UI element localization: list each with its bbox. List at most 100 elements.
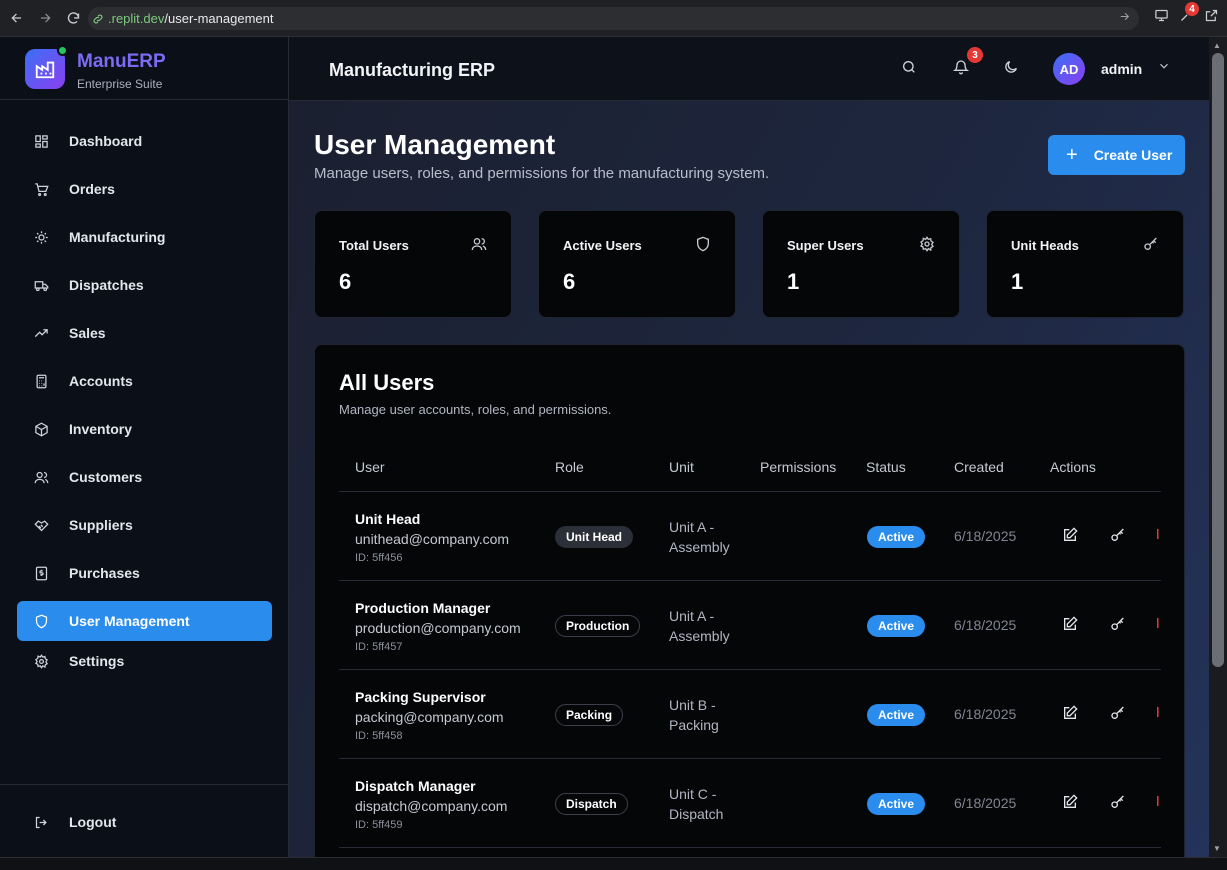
created-date: 6/18/2025: [954, 795, 1017, 811]
key-icon[interactable]: [1110, 616, 1126, 637]
sidebar-item-label: Customers: [69, 469, 143, 485]
user-unit: Unit B - Packing: [669, 697, 719, 733]
go-arrow-icon[interactable]: [1118, 10, 1131, 26]
table-row: Unit Head unithead@company.com ID: 5ff45…: [339, 491, 1161, 580]
column-header-actions: Actions: [1050, 459, 1096, 475]
logout-button[interactable]: Logout: [17, 802, 272, 842]
role-badge: Unit Head: [555, 526, 634, 548]
online-status-dot: [57, 45, 68, 56]
user-name[interactable]: admin: [1101, 61, 1142, 77]
column-header-role: Role: [555, 459, 584, 475]
brand-subtitle: Enterprise Suite: [77, 77, 163, 91]
cog-icon: [33, 229, 49, 245]
sidebar-item-label: User Management: [69, 613, 190, 629]
role-badge: Production: [555, 615, 641, 637]
sidebar-item-dashboard[interactable]: Dashboard: [17, 121, 272, 161]
stat-value: 6: [339, 269, 352, 294]
delete-icon[interactable]: [1156, 616, 1161, 635]
sidebar-nav: Dashboard Orders Manufacturing Dispatche…: [17, 121, 272, 689]
shield-icon: [33, 613, 49, 629]
user-unit: Unit C - Dispatch: [669, 786, 724, 822]
moon-icon[interactable]: [1003, 59, 1019, 80]
sidebar-item-label: Dispatches: [69, 277, 144, 293]
key-icon[interactable]: [1110, 527, 1126, 548]
sidebar-item-customers[interactable]: Customers: [17, 457, 272, 497]
column-header-permissions: Permissions: [760, 459, 837, 475]
sidebar-item-label: Sales: [69, 325, 106, 341]
user-id: ID: 5ff459: [355, 819, 403, 831]
bell-icon[interactable]: [952, 59, 970, 80]
user-email: unithead@company.com: [355, 531, 510, 547]
avatar[interactable]: AD: [1053, 53, 1085, 85]
logout-icon: [33, 814, 49, 830]
delete-icon[interactable]: [1156, 794, 1161, 813]
open-external-icon[interactable]: [1204, 8, 1219, 26]
table-row: Production Manager production@company.co…: [339, 580, 1161, 669]
address-bar[interactable]: .replit.dev/user-management: [88, 7, 1139, 30]
user-id: ID: 5ff456: [355, 552, 403, 564]
key-icon: [1143, 236, 1159, 257]
search-icon[interactable]: [901, 59, 917, 80]
sidebar-item-label: Purchases: [69, 565, 140, 581]
users-icon: [33, 469, 49, 485]
calculator-icon: [33, 373, 49, 389]
dashboard-icon: [33, 133, 49, 149]
sidebar-item-label: Dashboard: [69, 133, 143, 149]
sidebar-item-accounts[interactable]: Accounts: [17, 361, 272, 401]
sidebar-item-purchases[interactable]: Purchases: [17, 553, 272, 593]
sidebar-item-suppliers[interactable]: Suppliers: [17, 505, 272, 545]
sidebar-item-inventory[interactable]: Inventory: [17, 409, 272, 449]
create-user-button[interactable]: + Create User: [1048, 135, 1185, 175]
stat-label: Super Users: [787, 238, 864, 253]
scroll-up-icon[interactable]: ▲: [1213, 41, 1221, 50]
column-header-user: User: [355, 459, 385, 475]
stat-value: 1: [787, 269, 800, 294]
edit-icon[interactable]: [1062, 705, 1078, 726]
scrollbar-thumb[interactable]: [1212, 53, 1224, 667]
reload-icon[interactable]: [62, 7, 84, 29]
edit-icon[interactable]: [1062, 794, 1078, 815]
table-row: Packing Supervisor packing@company.com I…: [339, 669, 1161, 758]
extension-icon[interactable]: 4: [1179, 2, 1199, 26]
user-email: production@company.com: [355, 620, 521, 636]
user-name: Production Manager: [355, 600, 491, 616]
sidebar-item-manufacturing[interactable]: Manufacturing: [17, 217, 272, 257]
header-title: Manufacturing ERP: [329, 60, 496, 80]
delete-icon[interactable]: [1156, 527, 1161, 546]
sidebar-item-label: Settings: [69, 653, 125, 669]
shield-icon: [695, 236, 711, 257]
link-icon: [93, 14, 103, 23]
user-email: packing@company.com: [355, 709, 504, 725]
sidebar-item-user-management[interactable]: User Management: [17, 601, 272, 641]
back-icon[interactable]: [6, 7, 28, 29]
users-table-title: All Users: [339, 370, 435, 395]
cast-icon[interactable]: [1154, 8, 1169, 26]
sidebar-item-orders[interactable]: Orders: [17, 169, 272, 209]
user-unit: Unit A - Assembly: [669, 519, 730, 555]
stat-label: Total Users: [339, 238, 409, 253]
sidebar-item-sales[interactable]: Sales: [17, 313, 272, 353]
browser-toolbar: .replit.dev/user-management 4: [0, 0, 1227, 37]
gear-icon: [919, 236, 935, 257]
page-scrollbar[interactable]: ▲ ▼: [1209, 37, 1227, 857]
key-icon[interactable]: [1110, 794, 1126, 815]
stat-value: 6: [563, 269, 576, 294]
top-header: Manufacturing ERP 3 AD admin: [289, 37, 1209, 101]
sidebar-item-dispatches[interactable]: Dispatches: [17, 265, 272, 305]
notification-badge: 3: [967, 47, 983, 63]
edit-icon[interactable]: [1062, 527, 1078, 548]
delete-icon[interactable]: [1156, 705, 1161, 724]
sidebar-item-settings[interactable]: Settings: [17, 641, 272, 681]
role-badge: Dispatch: [555, 793, 628, 815]
edit-icon[interactable]: [1062, 616, 1078, 637]
status-badge: Active: [867, 615, 926, 637]
key-icon[interactable]: [1110, 705, 1126, 726]
stat-label: Unit Heads: [1011, 238, 1079, 253]
chevron-down-icon[interactable]: [1157, 59, 1171, 78]
scroll-down-icon[interactable]: ▼: [1213, 844, 1221, 853]
column-header-status: Status: [866, 459, 906, 475]
gear-icon: [33, 653, 49, 669]
user-name: Unit Head: [355, 511, 421, 527]
forward-icon[interactable]: [34, 7, 56, 29]
user-name: Dispatch Manager: [355, 778, 476, 794]
